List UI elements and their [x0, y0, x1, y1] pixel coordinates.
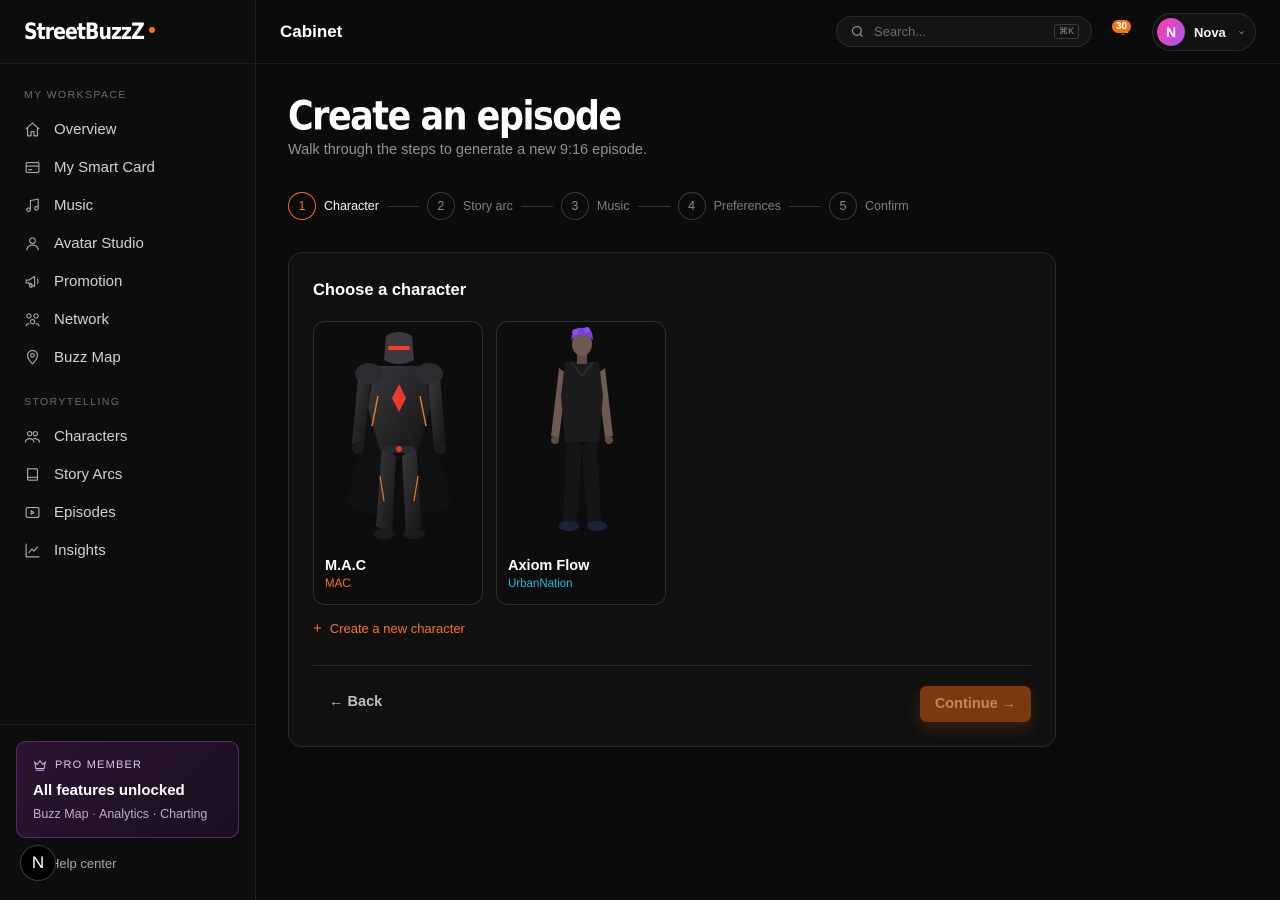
sidebar-item-label: Buzz Map [54, 348, 121, 366]
user-name: Nova [1194, 24, 1226, 40]
top-header: Cabinet ⌘K 30 N Nova [256, 0, 1280, 64]
step-story-arc[interactable]: 2 Story arc [426, 192, 513, 220]
choose-character-card: Choose a character M.A.C MAC Axiom Flow … [288, 252, 1056, 747]
section-label-storytelling: STORYTELLING [24, 396, 121, 408]
avatar: N [1157, 18, 1185, 46]
pro-title: All features unlocked [33, 782, 185, 799]
pro-subtitle: Buzz Map · Analytics · Charting [33, 807, 208, 821]
home-icon [25, 122, 40, 136]
sidebar-item-avatar-studio[interactable]: Avatar Studio [24, 231, 234, 255]
sidebar-item-label: Episodes [54, 503, 116, 521]
sidebar-item-label: Characters [54, 427, 128, 445]
sidebar-item-story-arcs[interactable]: Story Arcs [24, 462, 234, 486]
character-art-armored [346, 332, 452, 539]
user-icon [26, 236, 39, 250]
pro-label-text: PRO MEMBER [55, 759, 143, 771]
brand-dot [148, 26, 155, 33]
step-number: 1 [288, 192, 316, 220]
pro-member-card[interactable]: PRO MEMBER All features unlocked Buzz Ma… [16, 741, 239, 838]
step-connector [520, 205, 553, 207]
step-music[interactable]: 3 Music [560, 192, 630, 220]
card-divider [313, 665, 1031, 666]
step-label: Confirm [864, 199, 909, 213]
sidebar-item-episodes[interactable]: Episodes [24, 500, 234, 524]
search-input[interactable] [874, 24, 1044, 39]
help-center-link[interactable]: Help center [50, 856, 116, 871]
pro-label: PRO MEMBER [33, 758, 222, 772]
crown-icon [34, 760, 46, 771]
step-number: 4 [677, 192, 706, 220]
app-badge[interactable]: N [20, 845, 56, 881]
sidebar-item-label: Insights [54, 541, 106, 559]
music-icon [26, 198, 39, 212]
sidebar-item-label: Promotion [54, 272, 123, 290]
logo-row: StreetBuzzZ [0, 0, 255, 64]
step-number: 2 [426, 192, 455, 220]
character-name: Axiom Flow [508, 558, 590, 574]
card-icon [25, 161, 40, 173]
page-title: Create an episode [288, 94, 622, 140]
chart-icon [25, 543, 40, 557]
sidebar-item-my-smart-card[interactable]: My Smart Card [24, 155, 234, 179]
character-card-axiom-flow[interactable]: Axiom Flow UrbanNation [496, 321, 666, 605]
sidebar-item-label: Avatar Studio [54, 234, 144, 252]
character-name: M.A.C [325, 558, 367, 574]
episode-stepper: 1 Character 2 Story arc 3 Music 4 Prefer… [288, 192, 909, 220]
megaphone-icon [25, 275, 39, 288]
step-label: Preferences [713, 199, 781, 213]
character-art-streetwear [551, 327, 613, 531]
section-label-workspace: MY WORKSPACE [24, 89, 127, 101]
sidebar-item-music[interactable]: Music [24, 193, 234, 217]
sidebar-item-label: Overview [54, 120, 117, 138]
step-number: 3 [560, 192, 589, 220]
back-button[interactable]: ← Back [329, 694, 382, 710]
sidebar-item-label: Story Arcs [54, 465, 123, 483]
sidebar-item-characters[interactable]: Characters [24, 424, 234, 448]
create-character-label: Create a new character [329, 621, 465, 636]
characters-icon [24, 430, 41, 443]
step-character[interactable]: 1 Character [288, 192, 379, 220]
create-character-link[interactable]: + Create a new character [313, 620, 465, 637]
sidebar-item-network[interactable]: Network [24, 307, 234, 331]
page-section-title: Cabinet [280, 21, 343, 41]
search-box[interactable]: ⌘K [836, 16, 1092, 47]
sidebar-item-promotion[interactable]: Promotion [24, 269, 234, 293]
map-pin-icon [26, 349, 39, 364]
search-shortcut: ⌘K [1053, 24, 1079, 39]
video-icon [25, 506, 40, 518]
step-connector [386, 205, 419, 207]
page-subtitle: Walk through the steps to generate a new… [288, 142, 647, 158]
sidebar-item-label: Network [54, 310, 110, 328]
notification-count-badge: 30 [1112, 20, 1132, 33]
step-connector [788, 205, 821, 207]
book-icon [26, 467, 39, 481]
step-preferences[interactable]: 4 Preferences [677, 192, 781, 220]
sidebar-item-overview[interactable]: Overview [24, 117, 234, 141]
plus-icon: + [313, 620, 322, 637]
character-handle: UrbanNation [508, 578, 573, 590]
search-icon [851, 25, 863, 37]
help-center-row[interactable]: N Help center [20, 845, 116, 881]
sidebar-item-insights[interactable]: Insights [24, 538, 234, 562]
chevron-down-icon [1238, 30, 1244, 34]
brand-logo[interactable]: StreetBuzzZ [24, 19, 145, 44]
step-label: Character [324, 199, 379, 213]
sidebar-item-label: Music [54, 196, 94, 214]
character-card-mac[interactable]: M.A.C MAC [313, 321, 483, 605]
step-connector [637, 205, 670, 207]
sidebar-item-buzz-map[interactable]: Buzz Map [24, 345, 234, 369]
card-title: Choose a character [313, 281, 467, 299]
user-menu[interactable]: N Nova [1152, 13, 1256, 51]
step-confirm[interactable]: 5 Confirm [828, 192, 909, 220]
step-label: Story arc [462, 199, 513, 213]
step-label: Music [596, 199, 630, 213]
continue-button[interactable]: Continue → [920, 686, 1031, 722]
sidebar-item-label: My Smart Card [54, 158, 155, 176]
network-icon [25, 312, 40, 326]
character-handle: MAC [325, 578, 351, 590]
step-number: 5 [828, 192, 857, 220]
